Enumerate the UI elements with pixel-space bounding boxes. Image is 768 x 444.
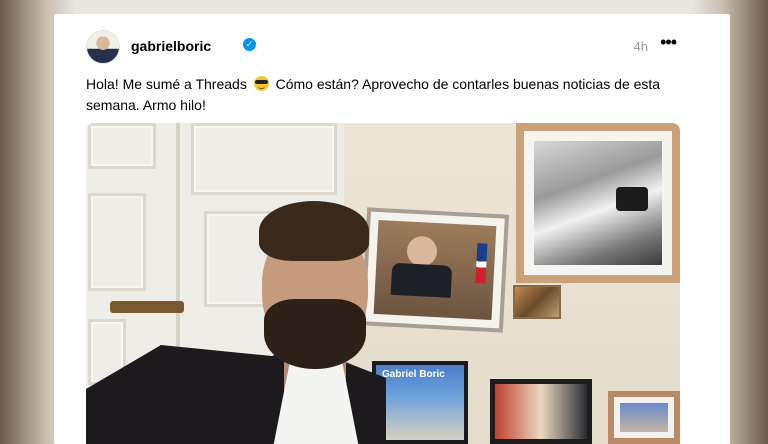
avatar[interactable] bbox=[86, 30, 120, 64]
framed-portrait-photo bbox=[361, 207, 509, 333]
verified-badge-icon: ✓ bbox=[243, 38, 256, 51]
framed-landscape-photo bbox=[516, 123, 680, 283]
small-painting bbox=[513, 285, 561, 319]
sunglasses-emoji-icon bbox=[253, 76, 269, 91]
poster-text: Gabriel Boric bbox=[382, 369, 445, 380]
framed-photo-bottom-right bbox=[608, 391, 680, 444]
post-header: gabrielboric ✓ 4h ••• bbox=[86, 30, 706, 64]
post-text: Hola! Me sumé a Threads Cómo están? Apro… bbox=[86, 74, 696, 116]
post-text-part-1: Hola! Me sumé a Threads bbox=[86, 76, 247, 92]
username[interactable]: gabrielboric bbox=[131, 38, 211, 54]
thread-post-card: gabrielboric ✓ 4h ••• Hola! Me sumé a Th… bbox=[54, 14, 730, 444]
post-timestamp: 4h bbox=[633, 39, 648, 54]
framed-photo-bottom bbox=[490, 379, 592, 444]
more-options-icon[interactable]: ••• bbox=[660, 32, 677, 53]
post-photo[interactable]: Gabriel Boric bbox=[86, 123, 680, 444]
